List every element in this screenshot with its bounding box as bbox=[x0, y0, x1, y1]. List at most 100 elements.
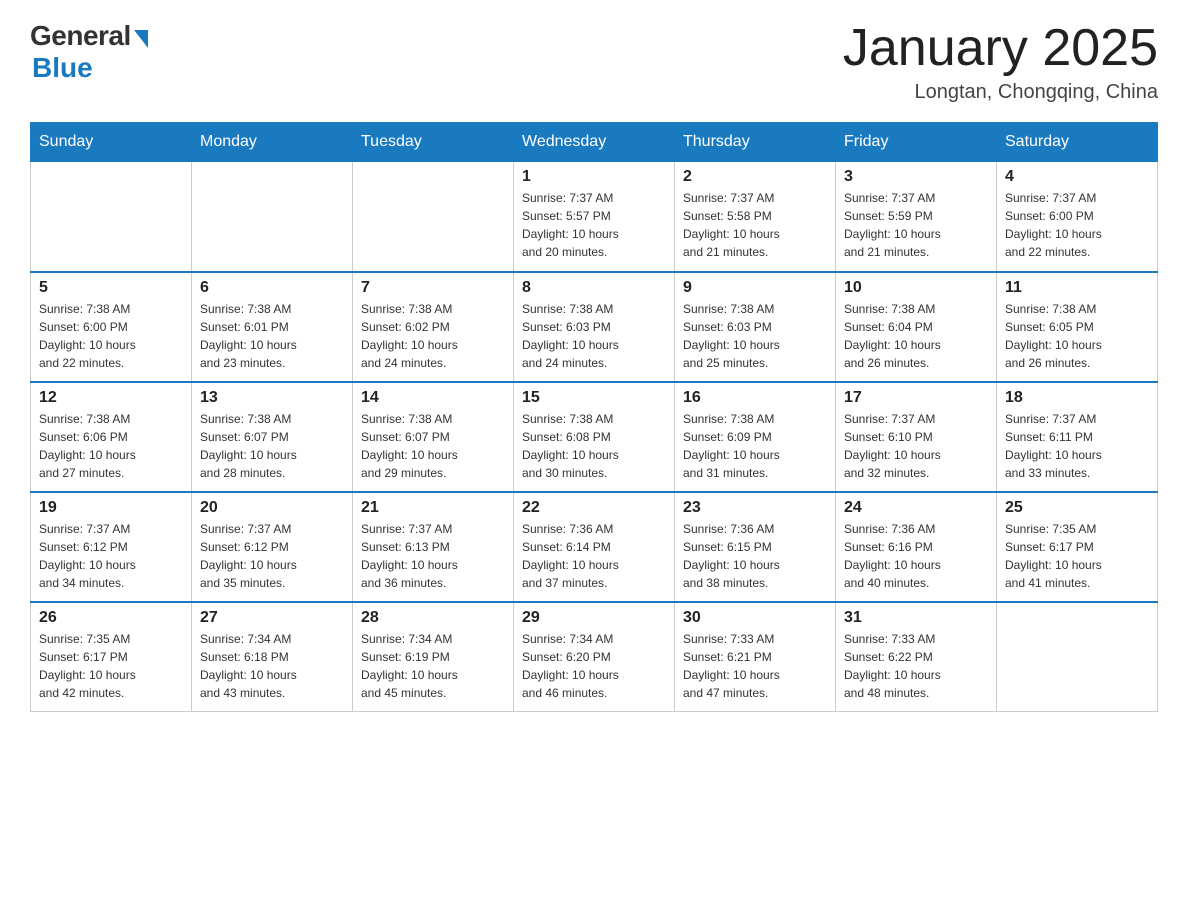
day-info: Sunrise: 7:38 AM Sunset: 6:03 PM Dayligh… bbox=[522, 302, 619, 370]
day-number: 14 bbox=[361, 389, 505, 407]
day-info: Sunrise: 7:33 AM Sunset: 6:21 PM Dayligh… bbox=[683, 632, 780, 700]
day-info: Sunrise: 7:38 AM Sunset: 6:05 PM Dayligh… bbox=[1005, 302, 1102, 370]
day-number: 19 bbox=[39, 499, 183, 517]
day-info: Sunrise: 7:35 AM Sunset: 6:17 PM Dayligh… bbox=[39, 632, 136, 700]
calendar-cell: 11 Sunrise: 7:38 AM Sunset: 6:05 PM Dayli… bbox=[997, 272, 1158, 382]
calendar-cell: 2 Sunrise: 7:37 AM Sunset: 5:58 PM Daylig… bbox=[675, 162, 836, 272]
location-text: Longtan, Chongqing, China bbox=[843, 81, 1158, 104]
day-number: 10 bbox=[844, 279, 988, 297]
calendar-cell: 18Sunrise: 7:37 AM Sunset: 6:11 PM Dayli… bbox=[997, 382, 1158, 492]
week-row-3: 12 Sunrise: 7:38 AM Sunset: 6:06 PM Dayli… bbox=[31, 382, 1158, 492]
calendar-cell: 14 Sunrise: 7:38 AM Sunset: 6:07 PM Dayli… bbox=[353, 382, 514, 492]
week-row-1: 1Sunrise: 7:37 AM Sunset: 5:57 PM Daylig… bbox=[31, 162, 1158, 272]
day-info: Sunrise: 7:36 AM Sunset: 6:16 PM Dayligh… bbox=[844, 522, 941, 590]
calendar-cell bbox=[353, 162, 514, 272]
calendar-cell: 10 Sunrise: 7:38 AM Sunset: 6:04 PM Dayli… bbox=[836, 272, 997, 382]
day-number: 9 bbox=[683, 279, 827, 297]
day-number: 7 bbox=[361, 279, 505, 297]
day-info: Sunrise: 7:34 AM Sunset: 6:20 PM Dayligh… bbox=[522, 632, 619, 700]
day-number: 16 bbox=[683, 389, 827, 407]
calendar-cell: 8 Sunrise: 7:38 AM Sunset: 6:03 PM Daylig… bbox=[514, 272, 675, 382]
calendar-cell: 26 Sunrise: 7:35 AM Sunset: 6:17 PM Dayli… bbox=[31, 602, 192, 712]
calendar-cell: 30 Sunrise: 7:33 AM Sunset: 6:21 PM Dayli… bbox=[675, 602, 836, 712]
calendar-cell: 28 Sunrise: 7:34 AM Sunset: 6:19 PM Dayli… bbox=[353, 602, 514, 712]
calendar-cell: 13 Sunrise: 7:38 AM Sunset: 6:07 PM Dayli… bbox=[192, 382, 353, 492]
day-info: Sunrise: 7:37 AM Sunset: 5:58 PM Dayligh… bbox=[683, 191, 780, 259]
day-info: Sunrise: 7:38 AM Sunset: 6:04 PM Dayligh… bbox=[844, 302, 941, 370]
day-info: Sunrise: 7:38 AM Sunset: 6:03 PM Dayligh… bbox=[683, 302, 780, 370]
weekday-header-row: SundayMondayTuesdayWednesdayThursdayFrid… bbox=[31, 123, 1158, 162]
day-number: 29 bbox=[522, 609, 666, 627]
day-info: Sunrise: 7:37 AM Sunset: 6:10 PM Dayligh… bbox=[844, 412, 941, 480]
day-number: 2 bbox=[683, 168, 827, 186]
day-info: Sunrise: 7:36 AM Sunset: 6:14 PM Dayligh… bbox=[522, 522, 619, 590]
weekday-header-tuesday: Tuesday bbox=[353, 123, 514, 162]
calendar-cell: 6Sunrise: 7:38 AM Sunset: 6:01 PM Daylig… bbox=[192, 272, 353, 382]
day-info: Sunrise: 7:38 AM Sunset: 6:07 PM Dayligh… bbox=[361, 412, 458, 480]
day-number: 26 bbox=[39, 609, 183, 627]
calendar-cell: 24 Sunrise: 7:36 AM Sunset: 6:16 PM Dayli… bbox=[836, 492, 997, 602]
calendar-cell: 23Sunrise: 7:36 AM Sunset: 6:15 PM Dayli… bbox=[675, 492, 836, 602]
calendar-cell: 22 Sunrise: 7:36 AM Sunset: 6:14 PM Dayli… bbox=[514, 492, 675, 602]
weekday-header-monday: Monday bbox=[192, 123, 353, 162]
calendar-cell: 5 Sunrise: 7:38 AM Sunset: 6:00 PM Daylig… bbox=[31, 272, 192, 382]
calendar-cell: 31Sunrise: 7:33 AM Sunset: 6:22 PM Dayli… bbox=[836, 602, 997, 712]
day-info: Sunrise: 7:38 AM Sunset: 6:08 PM Dayligh… bbox=[522, 412, 619, 480]
day-info: Sunrise: 7:35 AM Sunset: 6:17 PM Dayligh… bbox=[1005, 522, 1102, 590]
calendar-header: SundayMondayTuesdayWednesdayThursdayFrid… bbox=[31, 123, 1158, 162]
week-row-2: 5 Sunrise: 7:38 AM Sunset: 6:00 PM Daylig… bbox=[31, 272, 1158, 382]
day-number: 8 bbox=[522, 279, 666, 297]
day-number: 21 bbox=[361, 499, 505, 517]
calendar-cell: 21Sunrise: 7:37 AM Sunset: 6:13 PM Dayli… bbox=[353, 492, 514, 602]
day-number: 13 bbox=[200, 389, 344, 407]
day-number: 18 bbox=[1005, 389, 1149, 407]
calendar-cell: 3 Sunrise: 7:37 AM Sunset: 5:59 PM Daylig… bbox=[836, 162, 997, 272]
day-number: 6 bbox=[200, 279, 344, 297]
page-header: General Blue January 2025 Longtan, Chong… bbox=[30, 20, 1158, 104]
calendar-table: SundayMondayTuesdayWednesdayThursdayFrid… bbox=[30, 122, 1158, 712]
calendar-cell: 4 Sunrise: 7:37 AM Sunset: 6:00 PM Daylig… bbox=[997, 162, 1158, 272]
weekday-header-thursday: Thursday bbox=[675, 123, 836, 162]
day-info: Sunrise: 7:38 AM Sunset: 6:00 PM Dayligh… bbox=[39, 302, 136, 370]
calendar-cell bbox=[997, 602, 1158, 712]
day-info: Sunrise: 7:37 AM Sunset: 5:59 PM Dayligh… bbox=[844, 191, 941, 259]
logo: General Blue bbox=[30, 20, 148, 84]
week-row-5: 26 Sunrise: 7:35 AM Sunset: 6:17 PM Dayli… bbox=[31, 602, 1158, 712]
weekday-header-sunday: Sunday bbox=[31, 123, 192, 162]
title-block: January 2025 Longtan, Chongqing, China bbox=[843, 20, 1158, 104]
calendar-cell: 12 Sunrise: 7:38 AM Sunset: 6:06 PM Dayli… bbox=[31, 382, 192, 492]
day-info: Sunrise: 7:38 AM Sunset: 6:09 PM Dayligh… bbox=[683, 412, 780, 480]
day-info: Sunrise: 7:37 AM Sunset: 6:00 PM Dayligh… bbox=[1005, 191, 1102, 259]
day-info: Sunrise: 7:38 AM Sunset: 6:06 PM Dayligh… bbox=[39, 412, 136, 480]
logo-general-text: General bbox=[30, 20, 131, 52]
day-number: 22 bbox=[522, 499, 666, 517]
calendar-cell bbox=[31, 162, 192, 272]
day-number: 1 bbox=[522, 168, 666, 186]
day-number: 11 bbox=[1005, 279, 1149, 297]
day-number: 12 bbox=[39, 389, 183, 407]
calendar-cell: 25 Sunrise: 7:35 AM Sunset: 6:17 PM Dayli… bbox=[997, 492, 1158, 602]
calendar-cell: 19 Sunrise: 7:37 AM Sunset: 6:12 PM Dayli… bbox=[31, 492, 192, 602]
logo-arrow-icon bbox=[134, 30, 148, 48]
day-info: Sunrise: 7:34 AM Sunset: 6:19 PM Dayligh… bbox=[361, 632, 458, 700]
week-row-4: 19 Sunrise: 7:37 AM Sunset: 6:12 PM Dayli… bbox=[31, 492, 1158, 602]
day-number: 3 bbox=[844, 168, 988, 186]
day-number: 27 bbox=[200, 609, 344, 627]
day-number: 4 bbox=[1005, 168, 1149, 186]
calendar-cell: 17 Sunrise: 7:37 AM Sunset: 6:10 PM Dayli… bbox=[836, 382, 997, 492]
day-number: 17 bbox=[844, 389, 988, 407]
day-number: 28 bbox=[361, 609, 505, 627]
day-number: 25 bbox=[1005, 499, 1149, 517]
day-info: Sunrise: 7:38 AM Sunset: 6:07 PM Dayligh… bbox=[200, 412, 297, 480]
day-number: 15 bbox=[522, 389, 666, 407]
calendar-cell: 27Sunrise: 7:34 AM Sunset: 6:18 PM Dayli… bbox=[192, 602, 353, 712]
day-info: Sunrise: 7:38 AM Sunset: 6:02 PM Dayligh… bbox=[361, 302, 458, 370]
calendar-cell: 20Sunrise: 7:37 AM Sunset: 6:12 PM Dayli… bbox=[192, 492, 353, 602]
day-info: Sunrise: 7:36 AM Sunset: 6:15 PM Dayligh… bbox=[683, 522, 780, 590]
weekday-header-friday: Friday bbox=[836, 123, 997, 162]
day-number: 5 bbox=[39, 279, 183, 297]
day-number: 24 bbox=[844, 499, 988, 517]
day-number: 30 bbox=[683, 609, 827, 627]
day-info: Sunrise: 7:37 AM Sunset: 6:12 PM Dayligh… bbox=[39, 522, 136, 590]
calendar-cell bbox=[192, 162, 353, 272]
